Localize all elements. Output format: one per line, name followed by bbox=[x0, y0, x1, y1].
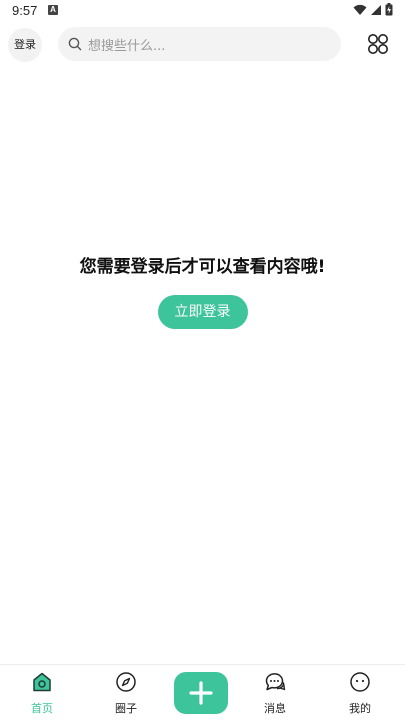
nav-label-home: 首页 bbox=[31, 702, 53, 715]
search-input[interactable]: 想搜些什么... bbox=[58, 27, 341, 61]
login-required-message: 您需要登录后才可以查看内容哦! bbox=[79, 257, 326, 277]
status-time: 9:57 bbox=[12, 3, 38, 18]
chat-bubbles-icon bbox=[264, 671, 286, 693]
create-post-button[interactable] bbox=[174, 672, 228, 714]
nav-label-messages: 消息 bbox=[264, 702, 286, 715]
bottom-nav: 首页 圈子 消息 我的 bbox=[0, 664, 405, 721]
search-icon bbox=[68, 37, 82, 51]
login-required-panel: 您需要登录后才可以查看内容哦! 立即登录 bbox=[0, 252, 405, 329]
home-icon bbox=[31, 671, 53, 693]
cellular-signal-icon bbox=[371, 4, 381, 15]
header-login-button[interactable]: 登录 bbox=[8, 28, 42, 62]
profile-face-icon bbox=[349, 671, 371, 693]
grid-menu-icon[interactable] bbox=[367, 33, 389, 55]
status-bar: 9:57 A bbox=[0, 0, 405, 22]
nav-item-mine[interactable]: 我的 bbox=[330, 671, 390, 716]
login-now-button[interactable]: 立即登录 bbox=[157, 295, 248, 329]
battery-charging-icon bbox=[385, 3, 393, 16]
compass-icon bbox=[115, 671, 137, 693]
status-icons bbox=[353, 3, 393, 16]
notification-a-icon: A bbox=[48, 5, 58, 15]
nav-item-messages[interactable]: 消息 bbox=[245, 671, 305, 716]
nav-item-circles[interactable]: 圈子 bbox=[96, 671, 156, 716]
wifi-icon bbox=[353, 4, 367, 15]
top-header: 登录 想搜些什么... bbox=[0, 26, 405, 62]
nav-item-home[interactable]: 首页 bbox=[12, 671, 72, 716]
search-placeholder: 想搜些什么... bbox=[88, 38, 166, 54]
plus-icon bbox=[189, 681, 213, 705]
nav-label-mine: 我的 bbox=[349, 702, 371, 715]
nav-label-circles: 圈子 bbox=[115, 702, 137, 715]
